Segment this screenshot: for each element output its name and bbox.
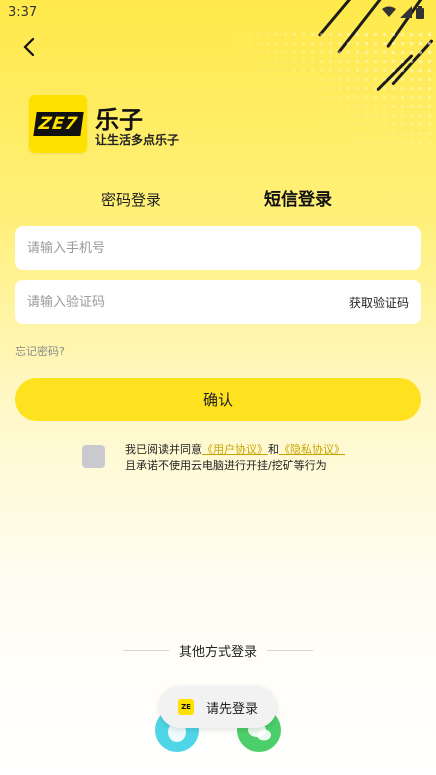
tab-password-login[interactable]: 密码登录 — [101, 189, 161, 210]
agreement-text: 我已阅读并同意《用户协议》和《隐私协议》 且承诺不使用云电脑进行开挂/挖矿等行为 — [125, 442, 345, 474]
brand-slogan: 让生活多点乐子 — [95, 133, 180, 147]
divider-line-left — [123, 650, 169, 651]
get-code-button[interactable]: 获取验证码 — [349, 294, 409, 311]
back-button[interactable] — [18, 36, 40, 58]
phone-field[interactable] — [15, 226, 421, 270]
agreement-line2: 且承诺不使用云电脑进行开挂/挖矿等行为 — [125, 459, 327, 472]
decorative-dots — [236, 30, 436, 150]
agreement-and: 和 — [268, 443, 279, 456]
status-icons — [382, 5, 424, 19]
privacy-agreement-link[interactable]: 《隐私协议》 — [279, 443, 345, 456]
agreement-prefix: 我已阅读并同意 — [125, 443, 202, 456]
code-input[interactable] — [27, 294, 349, 310]
toast-message: ZE 请先登录 — [159, 686, 277, 728]
app-logo: ZE7 — [29, 95, 87, 153]
brand-name: 乐子 — [95, 106, 143, 134]
forgot-password-link[interactable]: 忘记密码? — [15, 343, 65, 359]
other-login-divider: 其他方式登录 — [123, 641, 314, 660]
other-login-label: 其他方式登录 — [179, 645, 258, 660]
phone-input[interactable] — [27, 240, 409, 256]
chevron-left-icon — [23, 38, 35, 56]
wifi-icon — [382, 6, 396, 17]
status-bar: 3:37 — [0, 0, 436, 24]
toast-text: 请先登录 — [206, 701, 259, 717]
code-field[interactable]: 获取验证码 — [15, 280, 421, 324]
user-agreement-link[interactable]: 《用户协议》 — [202, 443, 268, 456]
signal-icon — [400, 6, 412, 18]
logo-mark: ZE7 — [32, 112, 84, 136]
battery-icon — [416, 5, 424, 19]
divider-line-right — [267, 650, 314, 651]
tab-sms-login[interactable]: 短信登录 — [264, 185, 332, 210]
status-time: 3:37 — [8, 4, 38, 20]
agreement-checkbox[interactable] — [82, 445, 105, 468]
app-icon: ZE — [178, 699, 194, 715]
confirm-button[interactable]: 确认 — [15, 378, 421, 421]
